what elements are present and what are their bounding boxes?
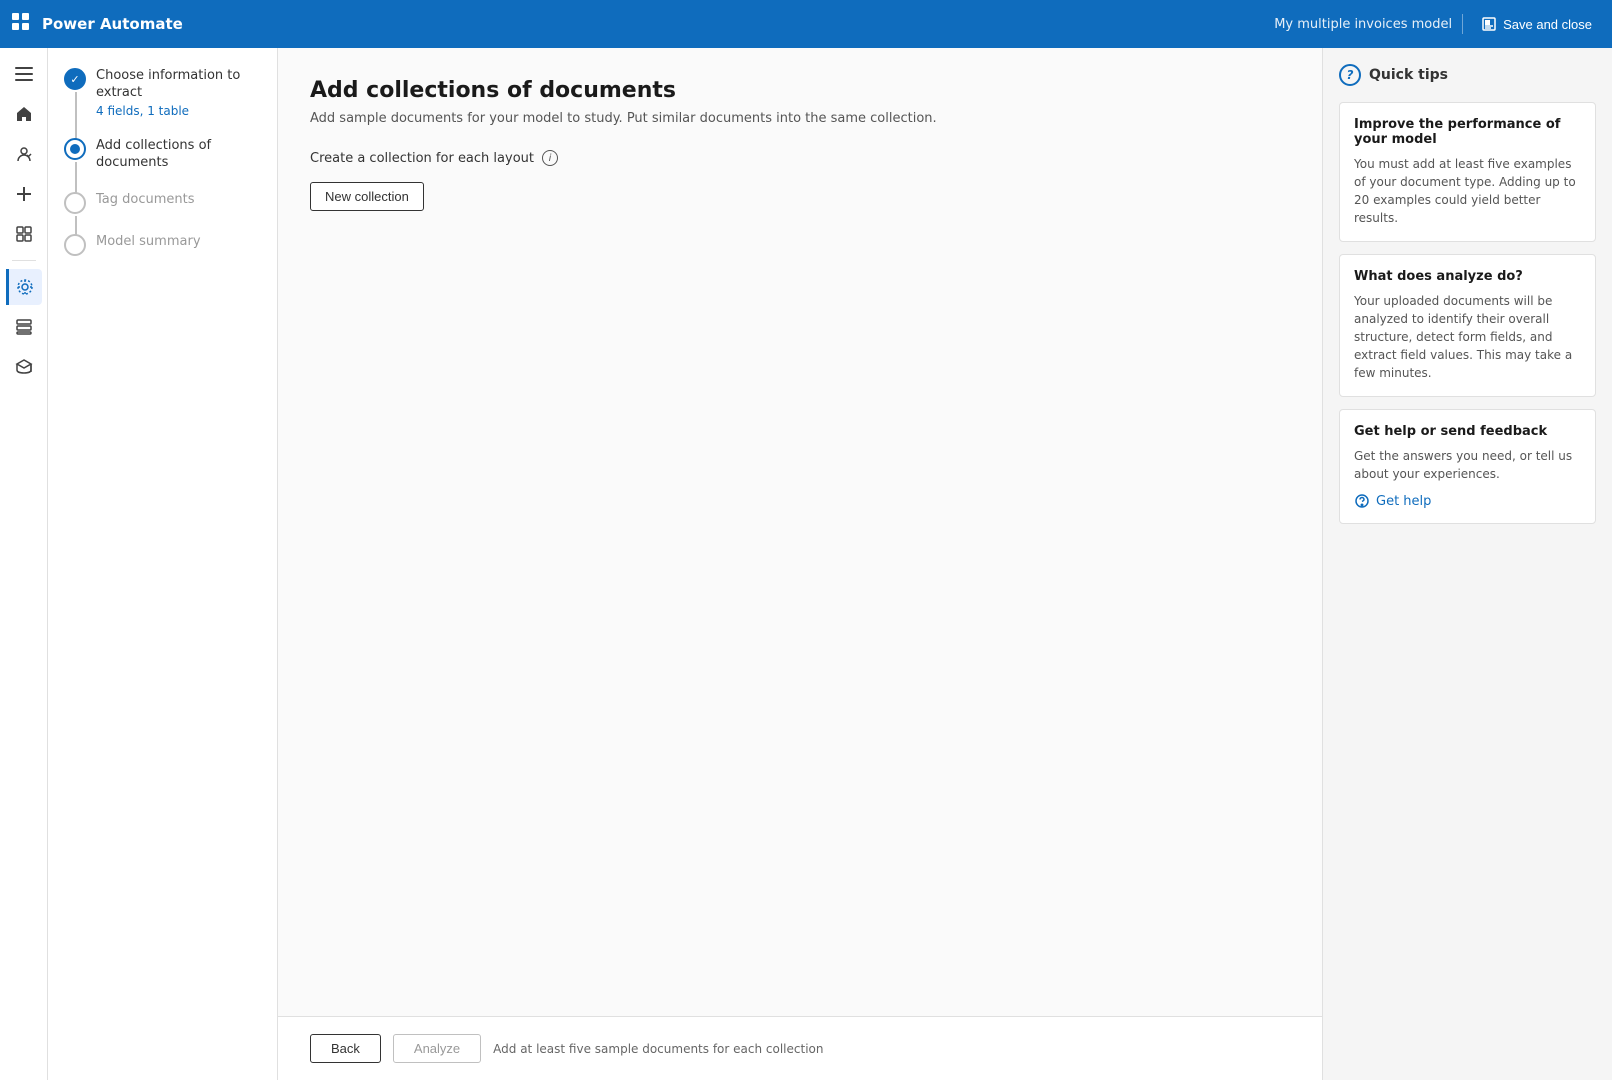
step-title-4: Model summary: [96, 234, 261, 251]
step-text-4: Model summary: [96, 234, 261, 251]
page-title: Add collections of documents: [310, 78, 1290, 103]
left-nav: [0, 48, 48, 1080]
bottom-hint: Add at least five sample documents for e…: [493, 1042, 823, 1056]
nav-menu-icon[interactable]: [6, 56, 42, 92]
wizard-step-model-summary: Model summary: [64, 234, 261, 256]
nav-data-icon[interactable]: [6, 309, 42, 345]
quick-tips-icon: ?: [1339, 64, 1361, 86]
step-text-2: Add collections of documents: [96, 138, 261, 172]
analyze-button: Analyze: [393, 1034, 481, 1063]
main-layout: ✓ Choose information to extract 4 fields…: [0, 48, 1612, 1080]
content-body: Add collections of documents Add sample …: [278, 48, 1322, 1016]
tip-card-3: Get help or send feedback Get the answer…: [1339, 409, 1596, 524]
step-subtitle-1: 4 fields, 1 table: [96, 104, 261, 118]
wizard-step-tag-docs: Tag documents: [64, 192, 261, 214]
step-text-1: Choose information to extract 4 fields, …: [96, 68, 261, 118]
tip-card-2: What does analyze do? Your uploaded docu…: [1339, 254, 1596, 397]
tip2-title: What does analyze do?: [1354, 269, 1581, 284]
tip2-text: Your uploaded documents will be analyzed…: [1354, 292, 1581, 382]
tip-card-1: Improve the performance of your model Yo…: [1339, 102, 1596, 242]
nav-approvals-icon[interactable]: [6, 136, 42, 172]
get-help-label: Get help: [1376, 494, 1431, 509]
info-icon[interactable]: i: [542, 150, 558, 166]
wizard-step-add-collections: Add collections of documents: [64, 138, 261, 172]
back-button[interactable]: Back: [310, 1034, 381, 1063]
separator: [1462, 14, 1463, 34]
wizard-step-choose-info: ✓ Choose information to extract 4 fields…: [64, 68, 261, 118]
nav-home-icon[interactable]: [6, 96, 42, 132]
nav-myflows-icon[interactable]: [6, 216, 42, 252]
save-close-label: Save and close: [1503, 17, 1592, 32]
step-title-3: Tag documents: [96, 192, 261, 209]
nav-divider: [12, 260, 36, 261]
step-circle-1: ✓: [64, 68, 86, 90]
quick-tips-header: ? Quick tips: [1339, 64, 1596, 86]
page-subtitle: Add sample documents for your model to s…: [310, 111, 1290, 126]
nav-create-icon[interactable]: [6, 176, 42, 212]
step-circle-3: [64, 192, 86, 214]
collection-label: Create a collection for each layout: [310, 151, 534, 166]
apps-grid-icon[interactable]: [12, 13, 30, 36]
topbar: Power Automate My multiple invoices mode…: [0, 0, 1612, 48]
tip1-text: You must add at least five examples of y…: [1354, 155, 1581, 227]
tip3-text: Get the answers you need, or tell us abo…: [1354, 447, 1581, 483]
bottom-bar: Back Analyze Add at least five sample do…: [278, 1016, 1322, 1080]
save-close-button[interactable]: Save and close: [1473, 12, 1600, 36]
step-title-2: Add collections of documents: [96, 138, 261, 172]
quick-tips-panel: ? Quick tips Improve the performance of …: [1322, 48, 1612, 1080]
collection-label-row: Create a collection for each layout i: [310, 150, 1290, 166]
app-title: Power Automate: [42, 15, 183, 33]
content-area: Add collections of documents Add sample …: [278, 48, 1322, 1080]
get-help-link[interactable]: Get help: [1354, 493, 1581, 509]
model-name: My multiple invoices model: [1274, 17, 1452, 32]
tip1-title: Improve the performance of your model: [1354, 117, 1581, 147]
nav-ai-models-icon[interactable]: [6, 269, 42, 305]
topbar-right: My multiple invoices model Save and clos…: [1274, 12, 1600, 36]
nav-learn-icon[interactable]: [6, 349, 42, 385]
tip3-title: Get help or send feedback: [1354, 424, 1581, 439]
step-circle-2: [64, 138, 86, 160]
quick-tips-title: Quick tips: [1369, 67, 1448, 83]
new-collection-button[interactable]: New collection: [310, 182, 424, 211]
step-text-3: Tag documents: [96, 192, 261, 209]
wizard-panel: ✓ Choose information to extract 4 fields…: [48, 48, 278, 1080]
step-circle-4: [64, 234, 86, 256]
step-title-1: Choose information to extract: [96, 68, 261, 102]
